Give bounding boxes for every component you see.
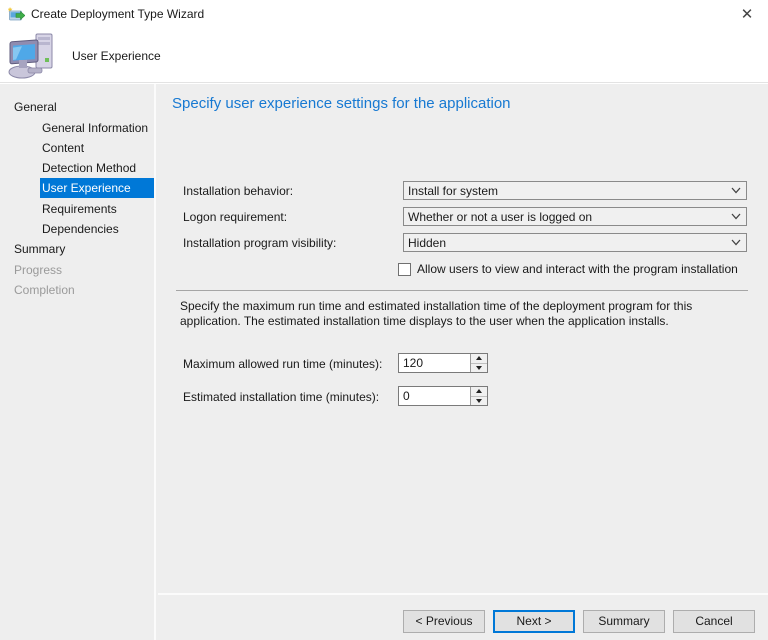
spin-down-button[interactable] <box>471 364 487 373</box>
wizard-nav-list: General General Information Content Dete… <box>0 84 154 300</box>
max-run-time-spin-buttons <box>470 354 487 372</box>
wizard-header: User Experience <box>0 28 768 83</box>
footer-divider <box>158 593 768 595</box>
allow-user-interaction-row: Allow users to view and interact with th… <box>398 262 738 276</box>
spin-up-button[interactable] <box>471 354 487 364</box>
sidebar-item-content[interactable]: Content <box>0 138 154 158</box>
estimated-install-time-value[interactable]: 0 <box>399 387 470 405</box>
sidebar-item-general-information[interactable]: General Information <box>0 118 154 138</box>
sidebar-item-general[interactable]: General <box>0 97 154 117</box>
wizard-sidebar: General General Information Content Dete… <box>0 84 156 640</box>
estimated-install-time-spinner[interactable]: 0 <box>398 386 488 406</box>
installation-behavior-dropdown[interactable]: Install for system <box>403 181 747 200</box>
sidebar-item-summary[interactable]: Summary <box>0 239 154 259</box>
cancel-button[interactable]: Cancel <box>673 610 755 633</box>
previous-button[interactable]: < Previous <box>403 610 485 633</box>
logon-requirement-value: Whether or not a user is logged on <box>408 210 592 224</box>
estimated-install-time-label: Estimated installation time (minutes): <box>183 390 379 404</box>
logon-requirement-dropdown[interactable]: Whether or not a user is logged on <box>403 207 747 226</box>
sidebar-item-user-experience[interactable]: User Experience <box>40 178 154 198</box>
spin-down-button[interactable] <box>471 397 487 406</box>
estimated-install-time-spin-buttons <box>470 387 487 405</box>
chevron-down-icon <box>731 213 741 220</box>
window-titlebar: Create Deployment Type Wizard ✕ <box>0 0 768 28</box>
runtime-note-text: Specify the maximum run time and estimat… <box>180 299 750 329</box>
page-title: Specify user experience settings for the… <box>172 95 511 112</box>
installation-behavior-value: Install for system <box>408 184 498 198</box>
allow-user-interaction-checkbox[interactable] <box>398 263 411 276</box>
allow-user-interaction-label: Allow users to view and interact with th… <box>417 262 738 276</box>
computer-workstation-icon <box>8 30 60 80</box>
program-visibility-label: Installation program visibility: <box>183 236 336 250</box>
wizard-app-icon <box>8 7 25 22</box>
max-run-time-label: Maximum allowed run time (minutes): <box>183 357 382 371</box>
max-run-time-value[interactable]: 120 <box>399 354 470 372</box>
sidebar-item-completion: Completion <box>0 280 154 300</box>
section-divider <box>176 290 748 291</box>
sidebar-item-detection-method[interactable]: Detection Method <box>0 158 154 178</box>
sidebar-item-requirements[interactable]: Requirements <box>0 199 154 219</box>
chevron-down-icon <box>731 187 741 194</box>
wizard-step-title: User Experience <box>72 49 161 63</box>
spin-up-button[interactable] <box>471 387 487 397</box>
program-visibility-value: Hidden <box>408 236 446 250</box>
max-run-time-spinner[interactable]: 120 <box>398 353 488 373</box>
program-visibility-dropdown[interactable]: Hidden <box>403 233 747 252</box>
logon-requirement-label: Logon requirement: <box>183 210 287 224</box>
summary-button[interactable]: Summary <box>583 610 665 633</box>
next-button[interactable]: Next > <box>493 610 575 633</box>
chevron-down-icon <box>731 239 741 246</box>
window-title: Create Deployment Type Wizard <box>31 7 204 21</box>
installation-behavior-label: Installation behavior: <box>183 184 293 198</box>
sidebar-item-dependencies[interactable]: Dependencies <box>0 219 154 239</box>
sidebar-item-progress: Progress <box>0 260 154 280</box>
close-icon[interactable]: ✕ <box>734 2 760 26</box>
